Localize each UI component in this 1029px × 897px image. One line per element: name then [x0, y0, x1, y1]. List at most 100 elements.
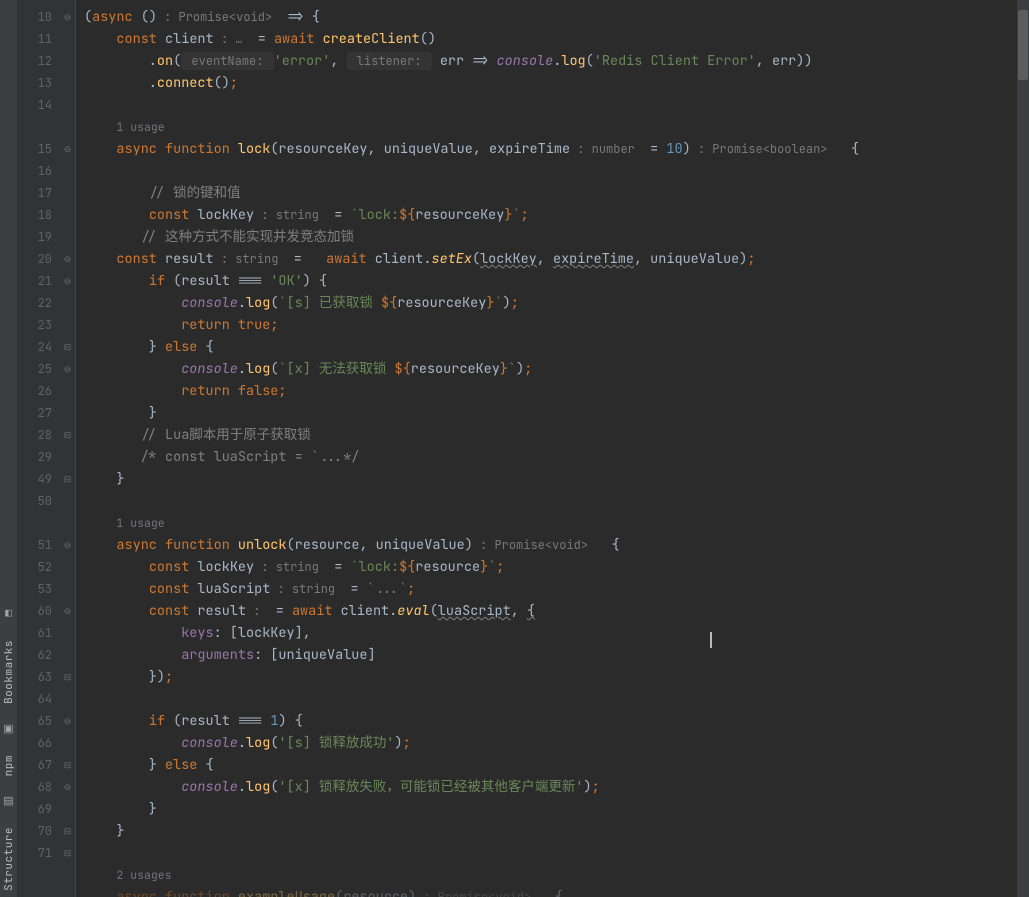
fold-marker[interactable] [60, 732, 75, 754]
fold-marker[interactable]: ⊖ [60, 710, 75, 732]
fold-marker[interactable]: ⊖ [60, 6, 75, 28]
line-number: 10 [18, 6, 60, 28]
code-line[interactable]: } [84, 468, 1029, 490]
code-line[interactable]: if (result === 1) { [84, 710, 1029, 732]
sidebar-tab-structure[interactable]: Structure [2, 825, 16, 893]
fold-marker[interactable]: ⊖ [60, 270, 75, 292]
fold-marker[interactable] [60, 50, 75, 72]
fold-marker[interactable]: ⊟ [60, 424, 75, 446]
code-line[interactable]: const luaScript : string = `...`; [84, 578, 1029, 600]
code-line[interactable]: (async () : Promise<void> => { [84, 6, 1029, 28]
code-line[interactable] [84, 688, 1029, 710]
fold-marker[interactable] [60, 864, 75, 886]
fold-marker[interactable] [60, 314, 75, 336]
scrollbar-thumb[interactable] [1018, 10, 1028, 80]
code-line[interactable] [84, 160, 1029, 182]
code-line[interactable]: return true; [84, 314, 1029, 336]
fold-marker[interactable] [60, 490, 75, 512]
line-number [18, 864, 60, 886]
fold-marker[interactable]: ⊟ [60, 842, 75, 864]
line-number: 62 [18, 644, 60, 666]
fold-marker[interactable]: ⊟ [60, 754, 75, 776]
fold-marker[interactable] [60, 578, 75, 600]
code-line[interactable]: arguments: [uniqueValue] [84, 644, 1029, 666]
code-line[interactable]: .on( eventName: 'error', listener: err =… [84, 50, 1029, 72]
fold-marker[interactable] [60, 622, 75, 644]
code-line[interactable]: 1 usage [84, 116, 1029, 138]
line-number [18, 512, 60, 534]
code-line[interactable]: const lockKey : string = `lock:${resourc… [84, 204, 1029, 226]
fold-marker[interactable]: ⊖ [60, 534, 75, 556]
code-line[interactable]: }); [84, 666, 1029, 688]
code-line[interactable]: const result : string = await client.set… [84, 248, 1029, 270]
fold-marker[interactable] [60, 402, 75, 424]
code-line[interactable]: if (result === 'OK') { [84, 270, 1029, 292]
code-line[interactable]: console.log(`[x] 无法获取锁 ${resourceKey}`); [84, 358, 1029, 380]
fold-marker[interactable] [60, 556, 75, 578]
line-number: 71 [18, 842, 60, 864]
fold-marker[interactable] [60, 688, 75, 710]
code-line[interactable]: .connect(); [84, 72, 1029, 94]
fold-marker[interactable] [60, 226, 75, 248]
fold-marker[interactable]: ⊟ [60, 336, 75, 358]
code-line[interactable]: } [84, 402, 1029, 424]
fold-marker[interactable]: ⊖ [60, 138, 75, 160]
fold-marker[interactable] [60, 72, 75, 94]
code-line[interactable]: } [84, 798, 1029, 820]
code-line[interactable]: const result : = await client.eval(luaSc… [84, 600, 1029, 622]
fold-marker[interactable] [60, 292, 75, 314]
fold-marker[interactable] [60, 886, 75, 897]
code-editor[interactable]: (async () : Promise<void> => { const cli… [76, 0, 1029, 897]
fold-marker[interactable] [60, 512, 75, 534]
fold-marker[interactable]: ⊟ [60, 666, 75, 688]
code-line[interactable]: console.log('[s] 锁释放成功'); [84, 732, 1029, 754]
fold-marker[interactable] [60, 644, 75, 666]
line-number: 17 [18, 182, 60, 204]
code-line[interactable]: // Lua脚本用于原子获取锁 [84, 424, 1029, 446]
code-line[interactable]: async function exampleUsage(resource) : … [84, 886, 1029, 897]
fold-marker[interactable]: ⊖ [60, 358, 75, 380]
fold-marker[interactable] [60, 204, 75, 226]
code-line[interactable]: async function lock(resourceKey, uniqueV… [84, 138, 1029, 160]
fold-marker[interactable] [60, 160, 75, 182]
fold-marker[interactable]: ⊟ [60, 820, 75, 842]
code-line[interactable]: const client : … = await createClient() [84, 28, 1029, 50]
line-number: 70 [18, 820, 60, 842]
code-line[interactable]: return false; [84, 380, 1029, 402]
fold-marker[interactable] [60, 28, 75, 50]
line-number: 24 [18, 336, 60, 358]
code-line[interactable]: // 这种方式不能实现并发竞态加锁 [84, 226, 1029, 248]
text-caret [710, 632, 712, 648]
code-line[interactable]: keys: [lockKey], [84, 622, 1029, 644]
fold-marker[interactable] [60, 446, 75, 468]
fold-gutter[interactable]: ⊖⊖⊖⊖⊟⊖⊟⊟⊖⊖⊟⊖⊟⊖⊟⊟ [60, 0, 76, 897]
fold-marker[interactable] [60, 94, 75, 116]
code-line[interactable] [84, 490, 1029, 512]
fold-marker[interactable]: ⊟ [60, 468, 75, 490]
sidebar-tab-bookmarks[interactable]: Bookmarks [2, 638, 16, 706]
vertical-scrollbar[interactable] [1017, 0, 1029, 897]
code-line[interactable]: async function unlock(resource, uniqueVa… [84, 534, 1029, 556]
code-line[interactable]: 2 usages [84, 864, 1029, 886]
fold-marker[interactable]: ⊖ [60, 248, 75, 270]
code-line[interactable]: /* const luaScript = `...*/ [84, 446, 1029, 468]
code-line[interactable]: console.log(`[s] 已获取锁 ${resourceKey}`); [84, 292, 1029, 314]
code-line[interactable] [84, 842, 1029, 864]
code-line[interactable]: } [84, 820, 1029, 842]
code-line[interactable] [84, 94, 1029, 116]
line-number: 16 [18, 160, 60, 182]
line-number: 64 [18, 688, 60, 710]
code-line[interactable]: } else { [84, 754, 1029, 776]
code-line[interactable]: } else { [84, 336, 1029, 358]
code-line[interactable]: 1 usage [84, 512, 1029, 534]
fold-marker[interactable]: ⊖ [60, 776, 75, 798]
fold-marker[interactable] [60, 182, 75, 204]
code-line[interactable]: const lockKey : string = `lock:${resourc… [84, 556, 1029, 578]
fold-marker[interactable]: ⊖ [60, 600, 75, 622]
sidebar-tab-npm[interactable]: npm [2, 753, 16, 778]
code-line[interactable]: // 锁的键和值 [84, 182, 1029, 204]
fold-marker[interactable] [60, 116, 75, 138]
fold-marker[interactable] [60, 798, 75, 820]
fold-marker[interactable] [60, 380, 75, 402]
code-line[interactable]: console.log('[x] 锁释放失败，可能锁已经被其他客户端更新'); [84, 776, 1029, 798]
